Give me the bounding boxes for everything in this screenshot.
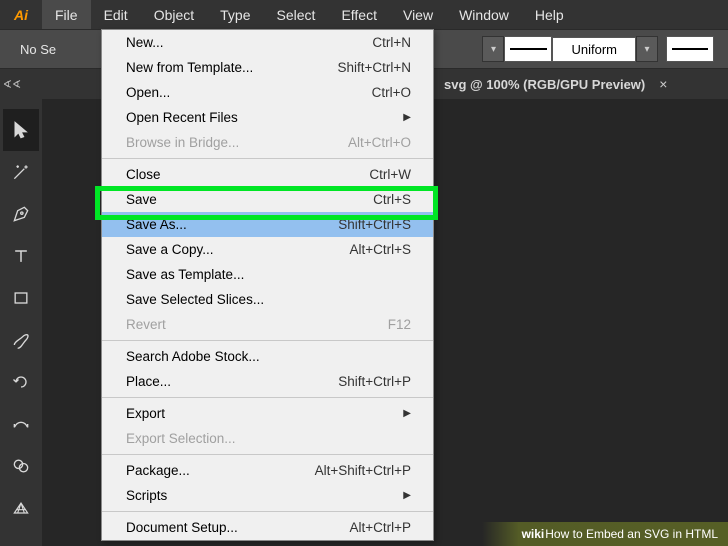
menu-item-new-from-template[interactable]: New from Template... Shift+Ctrl+N [102,55,433,80]
rotate-tool[interactable] [3,361,39,403]
paintbrush-tool[interactable] [3,319,39,361]
shape-builder-tool[interactable] [3,445,39,487]
menu-item-label: Browse in Bridge... [126,135,239,150]
menu-file[interactable]: File [42,0,91,29]
menu-item-label: Save as Template... [126,267,244,282]
menu-item-document-setup[interactable]: Document Setup... Alt+Ctrl+P [102,515,433,540]
menu-select[interactable]: Select [264,0,329,29]
menu-item-save-as[interactable]: Save As... Shift+Ctrl+S [102,212,433,237]
menu-edit[interactable]: Edit [91,0,141,29]
menu-item-new[interactable]: New... Ctrl+N [102,30,433,55]
menu-item-label: Close [126,167,161,182]
stroke-profile-dropdown[interactable]: ▾ [636,36,658,62]
menu-separator [102,340,433,341]
pen-tool[interactable] [3,193,39,235]
menu-item-label: Package... [126,463,190,478]
panel-reveal-icon[interactable]: ∢∢ [0,78,24,91]
submenu-arrow-icon: ▶ [403,408,411,419]
menu-item-shortcut: Alt+Ctrl+S [349,242,411,257]
menubar: Ai FileEditObjectTypeSelectEffectViewWin… [0,0,728,29]
menu-help[interactable]: Help [522,0,577,29]
menu-item-save[interactable]: Save Ctrl+S [102,187,433,212]
menu-item-close[interactable]: Close Ctrl+W [102,162,433,187]
selection-tool[interactable] [3,109,39,151]
menu-item-label: Export Selection... [126,431,236,446]
menu-separator [102,511,433,512]
submenu-arrow-icon: ▶ [403,112,411,123]
menu-item-save-as-template[interactable]: Save as Template... [102,262,433,287]
watermark-brand: wiki [522,527,545,541]
submenu-arrow-icon: ▶ [403,490,411,501]
menu-item-label: Search Adobe Stock... [126,349,260,364]
menu-item-shortcut: Ctrl+O [372,85,411,100]
menu-effect[interactable]: Effect [328,0,390,29]
menu-item-open-recent-files[interactable]: Open Recent Files ▶ [102,105,433,130]
menu-item-label: Revert [126,317,166,332]
menu-item-label: Open Recent Files [126,110,238,125]
menu-item-save-a-copy[interactable]: Save a Copy... Alt+Ctrl+S [102,237,433,262]
menu-item-scripts[interactable]: Scripts ▶ [102,483,433,508]
menu-separator [102,454,433,455]
menu-separator [102,158,433,159]
menu-item-revert: Revert F12 [102,312,433,337]
stroke-profile-uniform[interactable]: Uniform [552,37,636,62]
tools-panel [0,99,42,529]
menu-item-label: Save a Copy... [126,242,214,257]
watermark-text: How to Embed an SVG in HTML [545,527,718,541]
menu-item-save-selected-slices[interactable]: Save Selected Slices... [102,287,433,312]
rectangle-tool[interactable] [3,277,39,319]
menu-item-open[interactable]: Open... Ctrl+O [102,80,433,105]
menu-item-label: Save As... [126,217,187,232]
type-tool[interactable] [3,235,39,277]
menu-item-label: Scripts [126,488,167,503]
menu-view[interactable]: View [390,0,446,29]
stroke-dropdown-left[interactable]: ▾ [482,36,504,62]
menu-item-label: Save Selected Slices... [126,292,264,307]
menu-separator [102,397,433,398]
menu-item-browse-in-bridge: Browse in Bridge... Alt+Ctrl+O [102,130,433,155]
menu-item-shortcut: F12 [388,317,411,332]
menu-item-package[interactable]: Package... Alt+Shift+Ctrl+P [102,458,433,483]
menu-item-shortcut: Alt+Ctrl+O [348,135,411,150]
brush-preview[interactable] [666,36,714,62]
menu-window[interactable]: Window [446,0,522,29]
menu-item-label: Open... [126,85,170,100]
menu-item-export-selection: Export Selection... [102,426,433,451]
menu-item-label: Place... [126,374,171,389]
menu-item-shortcut: Alt+Ctrl+P [349,520,411,535]
watermark: wiki How to Embed an SVG in HTML [482,522,728,546]
menu-object[interactable]: Object [141,0,207,29]
perspective-grid-tool[interactable] [3,487,39,529]
menu-item-shortcut: Ctrl+S [373,192,411,207]
menu-item-shortcut: Shift+Ctrl+P [338,374,411,389]
document-tab-close[interactable]: × [659,76,667,92]
app-icon-label: Ai [14,7,28,23]
width-tool[interactable] [3,403,39,445]
menu-item-search-adobe-stock[interactable]: Search Adobe Stock... [102,344,433,369]
stroke-uniform-group: ▾ Uniform ▾ [482,36,714,62]
menu-item-export[interactable]: Export ▶ [102,401,433,426]
stroke-preview[interactable] [504,36,552,62]
file-menu-dropdown: New... Ctrl+N New from Template... Shift+Ct… [101,29,434,541]
magic-wand-tool[interactable] [3,151,39,193]
menu-item-shortcut: Shift+Ctrl+N [337,60,411,75]
document-tab-label[interactable]: svg @ 100% (RGB/GPU Preview) [444,77,645,92]
menu-item-label: New... [126,35,164,50]
menu-item-label: Save [126,192,157,207]
no-selection-label: No Se [8,42,68,57]
app-icon: Ai [0,0,42,29]
menu-item-place[interactable]: Place... Shift+Ctrl+P [102,369,433,394]
menu-item-shortcut: Shift+Ctrl+S [338,217,411,232]
menu-item-shortcut: Ctrl+W [369,167,411,182]
menu-item-label: Document Setup... [126,520,238,535]
menu-item-label: New from Template... [126,60,253,75]
menu-item-label: Export [126,406,165,421]
menu-item-shortcut: Alt+Shift+Ctrl+P [315,463,411,478]
menu-type[interactable]: Type [207,0,263,29]
menu-item-shortcut: Ctrl+N [372,35,411,50]
